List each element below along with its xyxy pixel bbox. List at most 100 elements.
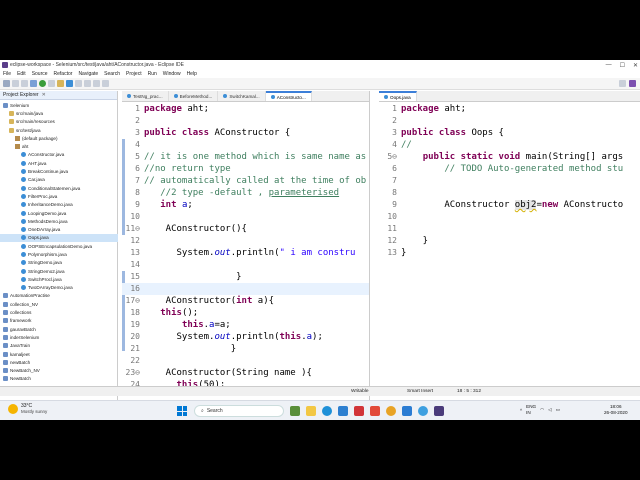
office-icon[interactable] xyxy=(370,406,380,416)
tree-item[interactable]: framework xyxy=(0,317,118,325)
java-file-icon xyxy=(21,251,26,257)
tree-item[interactable]: Selenium xyxy=(0,101,118,109)
tree-item[interactable]: OneDArray.java xyxy=(0,225,118,233)
new-package-icon[interactable] xyxy=(57,80,64,87)
tree-item[interactable]: StringDemo2.java xyxy=(0,267,118,275)
tree-item[interactable]: kamaljeet xyxy=(0,350,118,358)
tree-item[interactable]: collection_NV xyxy=(0,300,118,308)
menu-item-help[interactable]: Help xyxy=(187,71,197,77)
tree-item[interactable]: Car.java xyxy=(0,176,118,184)
menu-item-refactor[interactable]: Refactor xyxy=(54,71,73,77)
tree-item[interactable]: Oops.java xyxy=(0,233,118,243)
tree-item[interactable]: FilterProc.java xyxy=(0,192,118,200)
weather-widget[interactable]: 33°C Mostly sunny xyxy=(8,403,47,414)
code-area[interactable]: 1 package aht; 2 3 public class Oops { 4//… xyxy=(379,103,640,420)
forward-icon[interactable] xyxy=(102,80,109,87)
menu-item-search[interactable]: Search xyxy=(104,71,120,77)
tree-item[interactable]: src/test/java xyxy=(0,126,118,134)
tree-item-label: inderSelenium xyxy=(10,334,40,340)
store-icon[interactable] xyxy=(338,406,348,416)
code-area[interactable]: 1 package aht; 2 3 public class AConstruct… xyxy=(122,103,369,420)
tree-item[interactable]: NewBatch xyxy=(0,375,118,383)
word-icon[interactable] xyxy=(402,406,412,416)
tree-item[interactable]: ConditionalStatemen.java xyxy=(0,184,118,192)
chevron-up-icon[interactable]: ^ xyxy=(520,408,522,413)
menu-item-file[interactable]: File xyxy=(3,71,11,77)
tree-item-label: src/main/resources xyxy=(16,119,55,125)
tree-item[interactable]: JavaTrain xyxy=(0,342,118,350)
widgets-icon[interactable] xyxy=(290,406,300,416)
tree-item[interactable]: OOPSEncapsulationDemo.java xyxy=(0,242,118,250)
open-type-icon[interactable] xyxy=(75,80,82,87)
tree-item[interactable]: StringDemo.java xyxy=(0,259,118,267)
tree-item[interactable]: inderSelenium xyxy=(0,333,118,341)
project-icon xyxy=(3,310,8,316)
tree-item[interactable]: LoopingDemo.java xyxy=(0,209,118,217)
menu-item-window[interactable]: Window xyxy=(163,71,181,77)
print-icon[interactable] xyxy=(21,80,28,87)
battery-icon[interactable]: ▭ xyxy=(556,407,560,413)
close-icon[interactable]: ✕ xyxy=(42,92,46,98)
clock[interactable]: 18:06 26-08-2020 xyxy=(604,404,628,416)
tree-item-label: InheritanceDemo.java xyxy=(28,202,73,208)
mail-icon[interactable] xyxy=(354,406,364,416)
tree-item[interactable]: SwitchProcl.java xyxy=(0,275,118,283)
tree-item[interactable]: src/main/resources xyxy=(0,118,118,126)
eclipse-taskbar-icon[interactable] xyxy=(434,406,444,416)
editor-tab[interactable]: AConstructo... xyxy=(265,91,312,101)
project-icon xyxy=(3,368,8,374)
tree-item[interactable]: collections xyxy=(0,308,118,316)
taskbar-search[interactable]: ⌕ Search xyxy=(194,405,284,417)
tree-item[interactable]: NewBatch_NV xyxy=(0,367,118,375)
minimize-icon[interactable]: — xyxy=(606,62,612,68)
edge-icon[interactable] xyxy=(322,406,332,416)
menu-item-run[interactable]: Run xyxy=(148,71,157,77)
editor-tab[interactable]: Oops.java xyxy=(379,91,417,101)
menu-item-source[interactable]: Source xyxy=(32,71,48,77)
tree-item[interactable]: gauravBatch xyxy=(0,325,118,333)
menu-item-project[interactable]: Project xyxy=(126,71,142,77)
menu-item-edit[interactable]: Edit xyxy=(17,71,26,77)
tree-item[interactable]: AConstructor.java xyxy=(0,151,118,159)
tree-item[interactable]: src/main/java xyxy=(0,109,118,117)
close-icon[interactable]: ✕ xyxy=(633,62,638,69)
wifi-icon[interactable]: ◠ xyxy=(540,407,544,413)
debug-icon[interactable] xyxy=(30,80,37,87)
external-tools-icon[interactable] xyxy=(48,80,55,87)
title-bar: eclipse-workspace - Selenium/src/test/ja… xyxy=(0,60,640,70)
new-class-icon[interactable] xyxy=(66,80,73,87)
teams-icon[interactable] xyxy=(418,406,428,416)
java-perspective-icon[interactable] xyxy=(629,80,636,87)
tree-item[interactable]: BreakContinue.java xyxy=(0,167,118,175)
menu-item-navigate[interactable]: Navigate xyxy=(78,71,98,77)
run-icon[interactable] xyxy=(39,80,46,87)
editor-tab[interactable]: BeforeMethod... xyxy=(169,91,219,101)
java-file-icon xyxy=(21,285,26,291)
tree-item[interactable]: AutomationPractise xyxy=(0,292,118,300)
volume-icon[interactable]: ◁ xyxy=(548,407,552,413)
eclipse-icon xyxy=(2,62,8,68)
editor-tab[interactable]: SwitchKamal... xyxy=(218,91,266,101)
tree-item-label: BreakContinue.java xyxy=(28,169,69,175)
open-perspective-icon[interactable] xyxy=(619,80,626,87)
windows-start-icon[interactable] xyxy=(177,406,187,416)
tree-item[interactable]: AHT.java xyxy=(0,159,118,167)
tree-item[interactable]: (default package) xyxy=(0,134,118,142)
language-region[interactable]: IN xyxy=(526,410,536,416)
chrome-icon[interactable] xyxy=(386,406,396,416)
tree-item[interactable]: aht xyxy=(0,142,118,150)
editor-tab[interactable]: TestNg_prac... xyxy=(122,91,169,101)
tree-item[interactable]: TwoDArrayDemo.java xyxy=(0,284,118,292)
back-icon[interactable] xyxy=(93,80,100,87)
new-icon[interactable] xyxy=(3,80,10,87)
save-icon[interactable] xyxy=(12,80,19,87)
java-file-icon xyxy=(223,94,228,98)
java-file-icon xyxy=(21,276,26,282)
tree-item[interactable]: InheritanceDemo.java xyxy=(0,201,118,209)
search-icon[interactable] xyxy=(84,80,91,87)
maximize-icon[interactable]: ☐ xyxy=(620,62,625,69)
tree-item[interactable]: MethodsDemo.java xyxy=(0,217,118,225)
tree-item[interactable]: newBatch xyxy=(0,358,118,366)
tree-item[interactable]: Polymorphism.java xyxy=(0,250,118,258)
file-explorer-icon[interactable] xyxy=(306,406,316,416)
